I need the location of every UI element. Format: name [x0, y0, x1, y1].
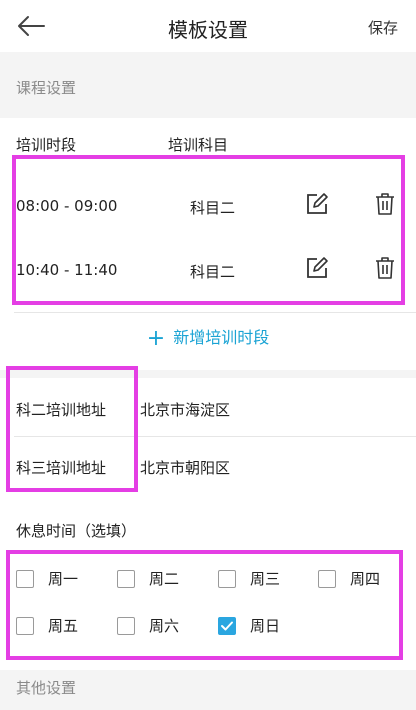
add-period-label: 新增培训时段	[173, 328, 270, 347]
highlight-box	[6, 366, 138, 492]
page-title: 模板设置	[168, 18, 248, 42]
plus-icon: +	[146, 326, 166, 351]
address-value[interactable]: 北京市朝阳区	[140, 457, 230, 478]
subject-column-header: 培训科目	[168, 136, 229, 154]
add-period-button[interactable]: + 新增培训时段	[0, 324, 416, 351]
other-section-label: 其他设置	[16, 679, 77, 697]
course-section-label: 课程设置	[16, 79, 77, 97]
address-value[interactable]: 北京市海淀区	[140, 399, 230, 420]
divider	[14, 312, 416, 313]
highlight-box	[6, 550, 403, 660]
save-button[interactable]: 保存	[368, 17, 398, 38]
rest-section-label: 休息时间（选填）	[16, 522, 137, 540]
top-bar: 模板设置 保存	[0, 0, 416, 52]
highlight-box	[12, 155, 405, 305]
period-column-header: 培训时段	[16, 136, 77, 154]
